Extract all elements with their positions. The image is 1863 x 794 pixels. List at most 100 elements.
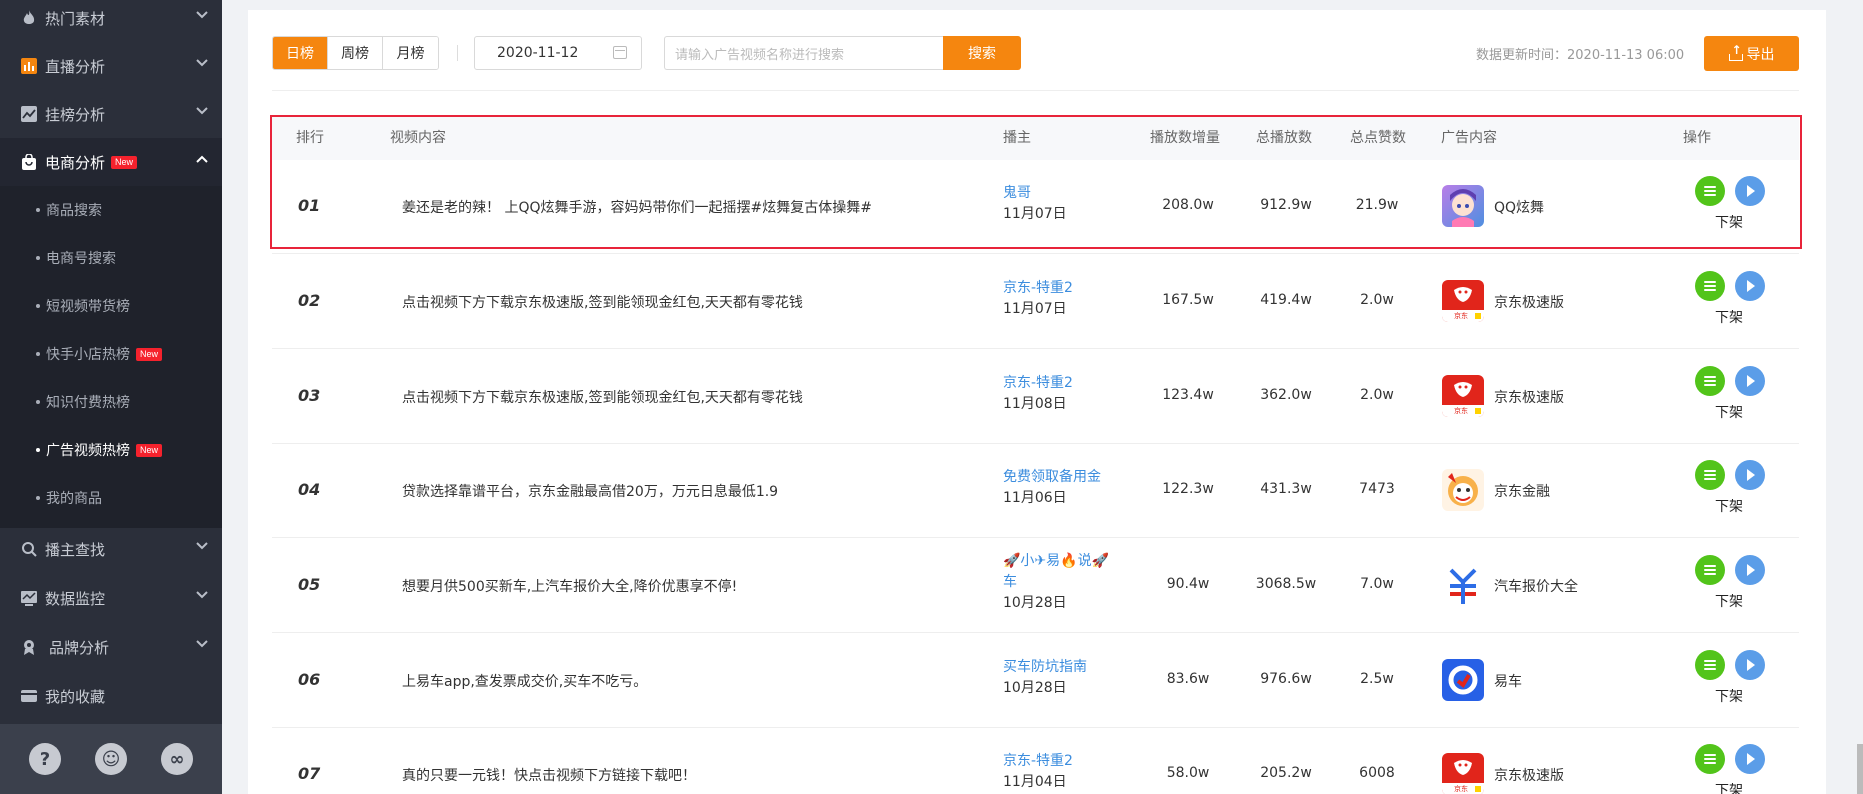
play-icon[interactable] <box>1735 650 1765 680</box>
list-icon[interactable] <box>1695 650 1725 680</box>
sub-item-my-products[interactable]: 我的商品 <box>0 474 222 522</box>
publish-date: 11月07日 <box>1003 301 1067 317</box>
takedown-button[interactable]: 下架 <box>1715 496 1743 516</box>
menu-ecommerce-analysis[interactable]: 电商分析 New <box>0 138 222 186</box>
scrollbar[interactable] <box>1857 744 1863 794</box>
play-icon[interactable] <box>1735 744 1765 774</box>
search-button[interactable]: 搜索 <box>943 36 1021 70</box>
date-picker[interactable]: 2020-11-12 <box>474 36 642 70</box>
chevron-up-icon <box>196 152 210 166</box>
takedown-button[interactable]: 下架 <box>1715 780 1743 794</box>
takedown-button[interactable]: 下架 <box>1715 307 1743 327</box>
menu-my-favorites[interactable]: 我的收藏 <box>0 672 222 720</box>
list-icon[interactable] <box>1695 271 1725 301</box>
play-increment: 90.4w <box>1166 576 1210 592</box>
takedown-button[interactable]: 下架 <box>1715 591 1743 611</box>
th-play-total[interactable]: 总播放数 <box>1256 116 1312 160</box>
tab-weekly[interactable]: 周榜 <box>328 37 383 69</box>
menu-brand-analysis[interactable]: 品牌分析 <box>0 623 222 671</box>
publish-date: 10月28日 <box>1003 595 1067 611</box>
play-icon[interactable] <box>1735 555 1765 585</box>
video-title[interactable]: 姜还是老的辣！ 上QQ炫舞手游，容妈妈带你们一起摇摆#炫舞复古体操舞# <box>402 197 872 217</box>
rank-number: 06 <box>298 670 321 689</box>
table-row: 06 上易车app,查发票成交价,买车不吃亏。 买车防坑指南 10月28日 83.6w 9… <box>272 634 1799 728</box>
play-increment: 167.5w <box>1162 292 1214 308</box>
ad-name[interactable]: 易车 <box>1494 671 1522 691</box>
help-icon[interactable]: ? <box>29 743 61 775</box>
play-icon[interactable] <box>1735 366 1765 396</box>
sub-item-shop-search[interactable]: 电商号搜索 <box>0 234 222 282</box>
menu-hot-material[interactable]: 热门素材 <box>0 0 222 42</box>
menu-data-monitor[interactable]: 数据监控 <box>0 574 222 622</box>
row-actions: 下架 <box>1695 366 1775 426</box>
video-title[interactable]: 上易车app,查发票成交价,买车不吃亏。 <box>402 671 647 691</box>
th-play-inc[interactable]: 播放数增量 <box>1150 116 1220 160</box>
wechat-icon[interactable]: ☺ <box>95 743 127 775</box>
tab-daily[interactable]: 日榜 <box>273 37 328 69</box>
video-title[interactable]: 想要月供500买新车,上汽车报价大全,降价优惠享不停! <box>402 576 737 596</box>
menu-ranking-analysis[interactable]: 挂榜分析 <box>0 90 222 138</box>
streamer-cell: 买车防坑指南 10月28日 <box>1003 657 1087 699</box>
takedown-button[interactable]: 下架 <box>1715 686 1743 706</box>
upload-icon <box>1728 43 1743 61</box>
ad-name[interactable]: 京东极速版 <box>1494 765 1564 785</box>
table-row: 04 贷款选择靠谱平台，京东金融最高借20万，万元日息最低1.9 免费领取备用金 11… <box>272 444 1799 538</box>
streamer-link[interactable]: 鬼哥 <box>1003 183 1067 204</box>
video-title[interactable]: 点击视频下方下载京东极速版,签到能领现金红包,天天都有零花钱 <box>402 292 803 312</box>
sub-item-product-search[interactable]: 商品搜索 <box>0 186 222 234</box>
ad-name[interactable]: 京东极速版 <box>1494 387 1564 407</box>
rank-number: 01 <box>298 196 321 215</box>
streamer-link[interactable]: 京东-特重2 <box>1003 278 1073 299</box>
video-title[interactable]: 贷款选择靠谱平台，京东金融最高借20万，万元日息最低1.9 <box>402 481 778 501</box>
play-icon[interactable] <box>1735 176 1765 206</box>
streamer-link[interactable]: 京东-特重2 <box>1003 751 1073 772</box>
th-likes[interactable]: 总点赞数 <box>1350 116 1406 160</box>
chevron-down-icon <box>196 539 210 553</box>
list-icon[interactable] <box>1695 366 1725 396</box>
publish-date: 11月08日 <box>1003 396 1067 412</box>
list-icon[interactable] <box>1695 176 1725 206</box>
update-time: 数据更新时间：2020-11-13 06:00 <box>1476 48 1685 63</box>
streamer-link[interactable]: 京东-特重2 <box>1003 373 1073 394</box>
ad-name[interactable]: QQ炫舞 <box>1494 197 1544 217</box>
list-icon[interactable] <box>1695 460 1725 490</box>
streamer-cell: 京东-特重2 11月04日 <box>1003 751 1073 793</box>
flame-icon <box>20 9 38 27</box>
play-total: 976.6w <box>1260 671 1312 687</box>
play-icon[interactable] <box>1735 460 1765 490</box>
list-icon[interactable] <box>1695 744 1725 774</box>
table-row: 02 点击视频下方下载京东极速版,签到能领现金红包,天天都有零花钱 京东-特重2 11… <box>272 255 1799 349</box>
bullet-icon <box>36 352 40 356</box>
sub-item-ad-video-rank[interactable]: 广告视频热榜 New <box>0 426 222 474</box>
ad-logo-icon: 京东 <box>1442 375 1484 417</box>
publish-date: 11月06日 <box>1003 490 1067 506</box>
video-title[interactable]: 真的只要一元钱！快点击视频下方链接下载吧！ <box>402 765 696 785</box>
play-icon[interactable] <box>1735 271 1765 301</box>
sub-item-short-video-rank[interactable]: 短视频带货榜 <box>0 282 222 330</box>
date-value: 2020-11-12 <box>497 45 579 61</box>
link-icon[interactable]: ∞ <box>161 743 193 775</box>
ad-name[interactable]: 京东金融 <box>1494 481 1550 501</box>
row-actions: 下架 <box>1695 271 1775 331</box>
table-header: 排行 视频内容 播主 播放数增量 总播放数 总点赞数 广告内容 操作 <box>272 116 1799 160</box>
ad-name[interactable]: 京东极速版 <box>1494 292 1564 312</box>
ad-name[interactable]: 汽车报价大全 <box>1494 576 1578 596</box>
menu-streamer-search[interactable]: 播主查找 <box>0 525 222 573</box>
sub-item-knowledge-rank[interactable]: 知识付费热榜 <box>0 378 222 426</box>
svg-text:京东: 京东 <box>1454 784 1468 793</box>
tab-monthly[interactable]: 月榜 <box>383 37 438 69</box>
table-row: 01 姜还是老的辣！ 上QQ炫舞手游，容妈妈带你们一起摇摆#炫舞复古体操舞# 鬼哥 1… <box>272 160 1799 254</box>
video-title[interactable]: 点击视频下方下载京东极速版,签到能领现金红包,天天都有零花钱 <box>402 387 803 407</box>
search-input[interactable]: 请输入广告视频名称进行搜索 <box>664 36 944 70</box>
list-icon[interactable] <box>1695 555 1725 585</box>
likes-total: 6008 <box>1359 765 1395 781</box>
streamer-link[interactable]: 🚀小✈易🔥说🚀车 <box>1003 551 1113 593</box>
sub-item-kuaishou-shop-rank[interactable]: 快手小店热榜 New <box>0 330 222 378</box>
rank-number: 03 <box>298 386 321 405</box>
takedown-button[interactable]: 下架 <box>1715 212 1743 232</box>
export-button[interactable]: 导出 <box>1704 36 1799 71</box>
takedown-button[interactable]: 下架 <box>1715 402 1743 422</box>
streamer-link[interactable]: 买车防坑指南 <box>1003 657 1087 678</box>
menu-live-analysis[interactable]: 直播分析 <box>0 42 222 90</box>
streamer-link[interactable]: 免费领取备用金 <box>1003 467 1101 488</box>
